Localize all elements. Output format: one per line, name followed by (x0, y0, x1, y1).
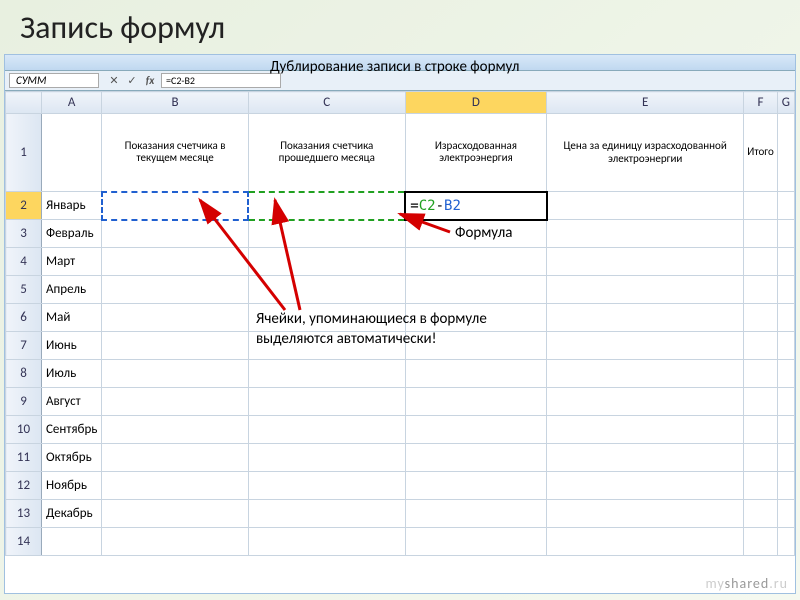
name-box[interactable]: СУММ (9, 73, 99, 88)
annotation-cells-l1: Ячейки, упоминающиеся в формуле (256, 310, 487, 328)
table-row: 14 (6, 528, 795, 556)
watermark: myshared.ru (706, 575, 788, 592)
cell-D1[interactable]: Израсходованная электроэнергия (405, 114, 546, 192)
table-row: 8Июль (6, 360, 795, 388)
cell-A14[interactable] (42, 528, 102, 556)
col-header-D[interactable]: D (405, 92, 546, 114)
annotation-duplicate: Дублирование записи в строке формул (270, 58, 519, 76)
table-row: 10Сентябрь (6, 416, 795, 444)
cancel-icon[interactable]: ✕ (107, 74, 121, 87)
cell-E2[interactable] (547, 192, 744, 220)
fx-icon[interactable]: fx (143, 74, 157, 87)
row-header-4[interactable]: 4 (6, 248, 42, 276)
select-all-corner[interactable] (6, 92, 42, 114)
cell-G2[interactable] (777, 192, 794, 220)
annotation-formula: Формула (455, 224, 512, 242)
table-row: 12Ноябрь (6, 472, 795, 500)
cell-D2-active[interactable]: =C2-B2 (405, 192, 546, 220)
formula-eq: = (410, 198, 418, 214)
col-header-F[interactable]: F (744, 92, 777, 114)
cell-A9[interactable]: Август (42, 388, 102, 416)
row-header-2[interactable]: 2 (6, 192, 42, 220)
table-row: 11Октябрь (6, 444, 795, 472)
col-header-C[interactable]: C (248, 92, 405, 114)
enter-icon[interactable]: ✓ (125, 74, 139, 87)
cell-A12[interactable]: Ноябрь (42, 472, 102, 500)
row-header-5[interactable]: 5 (6, 276, 42, 304)
row-header-11[interactable]: 11 (6, 444, 42, 472)
table-row: 1 Показания счетчика в текущем месяце По… (6, 114, 795, 192)
cell-A10[interactable]: Сентябрь (42, 416, 102, 444)
annotation-cells: Ячейки, упоминающиеся в формуле выделяют… (256, 310, 656, 349)
cell-A6[interactable]: Май (42, 304, 102, 332)
col-header-B[interactable]: B (102, 92, 248, 114)
formula-ref-b2: B2 (444, 198, 461, 214)
table-row: 5Апрель (6, 276, 795, 304)
row-header-12[interactable]: 12 (6, 472, 42, 500)
cell-B2[interactable] (102, 192, 248, 220)
row-header-9[interactable]: 9 (6, 388, 42, 416)
cell-A5[interactable]: Апрель (42, 276, 102, 304)
row-header-8[interactable]: 8 (6, 360, 42, 388)
formula-bar-input[interactable]: =C2-B2 (161, 73, 281, 88)
cell-G1[interactable] (777, 114, 794, 192)
table-row: 4Март (6, 248, 795, 276)
cell-A4[interactable]: Март (42, 248, 102, 276)
row-header-3[interactable]: 3 (6, 220, 42, 248)
cell-A3[interactable]: Февраль (42, 220, 102, 248)
formula-ref-c2: C2 (419, 198, 436, 214)
table-row: 9Август (6, 388, 795, 416)
cell-C2[interactable] (248, 192, 405, 220)
col-header-G[interactable]: G (777, 92, 794, 114)
cell-A8[interactable]: Июль (42, 360, 102, 388)
annotation-cells-l2: выделяются автоматически! (256, 330, 437, 348)
cell-A2[interactable]: Январь (42, 192, 102, 220)
cell-F1[interactable]: Итого (744, 114, 777, 192)
cell-C1[interactable]: Показания счетчика прошедшего месяца (248, 114, 405, 192)
column-header-row: A B C D E F G (6, 92, 795, 114)
cell-B1[interactable]: Показания счетчика в текущем месяце (102, 114, 248, 192)
slide-title: Запись формул (0, 0, 800, 55)
row-header-6[interactable]: 6 (6, 304, 42, 332)
row-header-1[interactable]: 1 (6, 114, 42, 192)
cell-E1[interactable]: Цена за единицу израсходованной электроэ… (547, 114, 744, 192)
col-header-A[interactable]: A (42, 92, 102, 114)
formula-op: - (436, 198, 444, 214)
row-header-14[interactable]: 14 (6, 528, 42, 556)
cell-A1[interactable] (42, 114, 102, 192)
cell-A7[interactable]: Июнь (42, 332, 102, 360)
cell-A11[interactable]: Октябрь (42, 444, 102, 472)
table-row: 3Февраль (6, 220, 795, 248)
col-header-E[interactable]: E (547, 92, 744, 114)
row-header-7[interactable]: 7 (6, 332, 42, 360)
table-row: 13Декабрь (6, 500, 795, 528)
cell-F2[interactable] (744, 192, 777, 220)
row-header-10[interactable]: 10 (6, 416, 42, 444)
row-header-13[interactable]: 13 (6, 500, 42, 528)
cell-A13[interactable]: Декабрь (42, 500, 102, 528)
formula-bar-controls: ✕ ✓ fx (103, 74, 161, 87)
table-row: 2 Январь =C2-B2 (6, 192, 795, 220)
